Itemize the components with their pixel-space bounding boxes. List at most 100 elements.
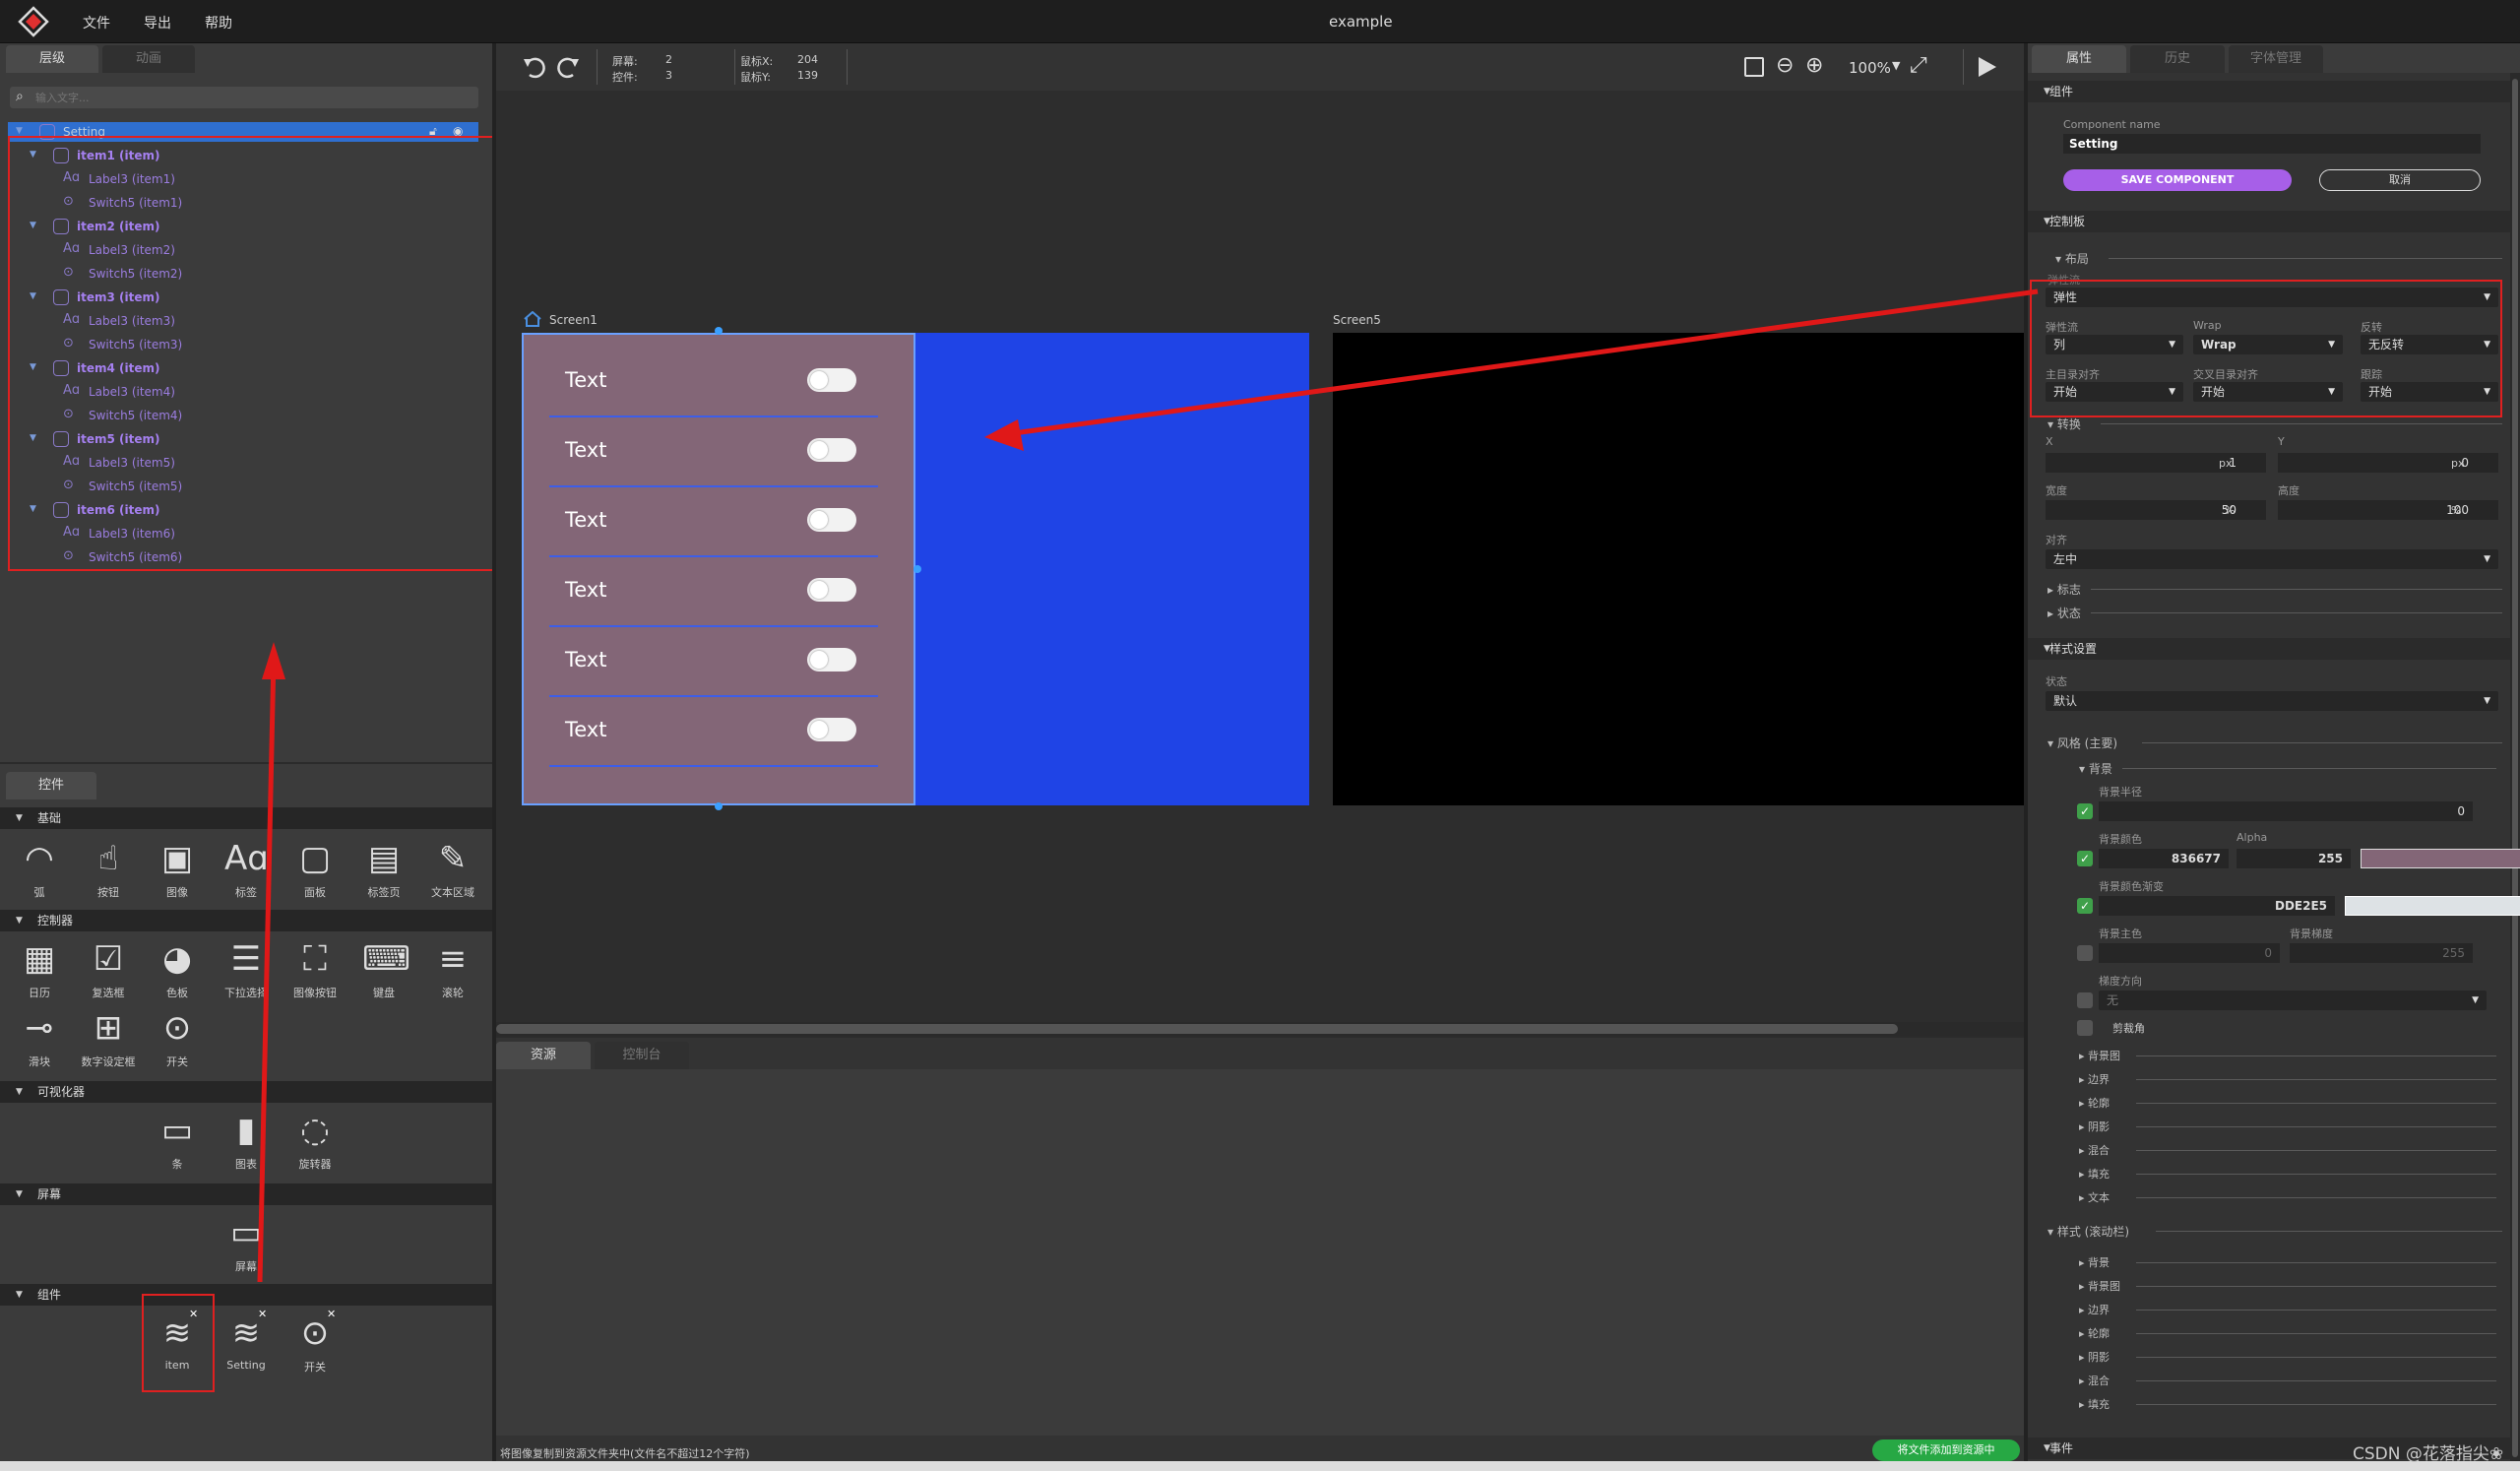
bg-grad-checkbox[interactable]: ✓ [2077, 898, 2093, 914]
setting-row[interactable]: Text [522, 556, 915, 627]
width-unit[interactable]: % [2225, 504, 2235, 517]
tab-widgets[interactable]: 控件 [6, 772, 96, 799]
widget-basic-2[interactable]: ▣ 图像 [148, 837, 207, 900]
style-subsection[interactable]: ▸ 背景图 [2079, 1048, 2120, 1063]
style-subsection[interactable]: ▸ 背景图 [2079, 1278, 2120, 1294]
resize-handle-top[interactable] [715, 327, 723, 335]
redo-icon[interactable] [553, 53, 581, 81]
widget-ctrl-7[interactable]: ⊸ 滑块 [10, 1006, 69, 1069]
widget-vis-2[interactable]: ◌ 旋转器 [285, 1109, 345, 1172]
align-dropdown[interactable]: 左中 [2046, 549, 2498, 569]
style-subsection[interactable]: ▸ 混合 [2079, 1373, 2110, 1388]
tab-assets[interactable]: 资源 [496, 1042, 591, 1069]
play-icon[interactable] [1975, 55, 1998, 79]
add-assets-button[interactable]: 将文件添加到资源中 [1872, 1439, 2020, 1461]
states-section[interactable]: ▸ 状态 [2048, 605, 2081, 621]
expand-arrow-icon[interactable]: ▼ [16, 126, 23, 136]
x-unit[interactable]: px [2219, 457, 2233, 470]
row-switch[interactable] [807, 648, 856, 672]
menu-help[interactable]: 帮助 [205, 13, 232, 32]
remove-component-icon[interactable]: ✕ [327, 1308, 336, 1320]
height-unit[interactable]: % [2451, 504, 2461, 517]
style-subsection[interactable]: ▸ 阴影 [2079, 1349, 2110, 1365]
setting-row[interactable]: Text [522, 486, 915, 557]
widget-ctrl-3[interactable]: ☰ 下拉选择 [217, 937, 276, 1000]
widget-comp-2[interactable]: ⊙ 开关 ✕ [285, 1308, 345, 1375]
widget-ctrl-9[interactable]: ⊙ 开关 [148, 1006, 207, 1069]
grad-dir-dropdown[interactable]: 无 [2099, 991, 2487, 1010]
bg-color-swatch[interactable] [2361, 849, 2520, 868]
search-input[interactable] [35, 89, 469, 106]
setting-row[interactable]: Text [522, 416, 915, 487]
remove-component-icon[interactable]: ✕ [258, 1308, 267, 1320]
zoom-in-icon[interactable]: ⊕ [1805, 53, 1823, 78]
bg-color-checkbox[interactable]: ✓ [2077, 851, 2093, 866]
setting-row[interactable]: Text [522, 347, 915, 417]
tab-properties[interactable]: 属性 [2032, 45, 2126, 73]
menu-file[interactable]: 文件 [83, 13, 110, 32]
bg-grad-stop-input[interactable]: 255 [2290, 943, 2473, 963]
widget-basic-1[interactable]: ☝ 按钮 [79, 837, 138, 900]
state-dropdown[interactable]: 默认 [2046, 691, 2498, 711]
widget-basic-4[interactable]: ▢ 面板 [285, 837, 345, 900]
style-subsection[interactable]: ▸ 背景 [2079, 1254, 2110, 1270]
row-switch[interactable] [807, 718, 856, 741]
widget-ctrl-8[interactable]: ⊞ 数字设定框 [79, 1006, 138, 1069]
style-subsection[interactable]: ▸ 轮廓 [2079, 1325, 2110, 1341]
bg-main-stop-input[interactable]: 0 [2099, 943, 2280, 963]
style-subsection[interactable]: ▸ 文本 [2079, 1189, 2110, 1205]
tab-hierarchy[interactable]: 层级 [6, 45, 98, 73]
zoom-out-icon[interactable]: ⊖ [1776, 53, 1794, 78]
zoom-dropdown-icon[interactable]: ▼ [1892, 59, 1900, 72]
canvas-hscroll-thumb[interactable] [496, 1024, 1898, 1034]
row-switch[interactable] [807, 578, 856, 602]
clip-corner-checkbox[interactable] [2077, 1020, 2093, 1036]
widget-basic-6[interactable]: ✎ 文本区域 [423, 837, 482, 900]
cancel-button[interactable]: 取消 [2319, 169, 2481, 191]
bg-color-input[interactable]: 836677 [2099, 849, 2229, 868]
widget-ctrl-0[interactable]: ▦ 日历 [10, 937, 69, 1000]
undo-icon[interactable] [522, 53, 549, 81]
flags-section[interactable]: ▸ 标志 [2048, 581, 2081, 598]
bg-grad-input[interactable]: DDE2E5 [2099, 896, 2335, 916]
bg-radius-input[interactable]: 0 [2099, 801, 2473, 821]
bg-main-stop-checkbox[interactable] [2077, 945, 2093, 961]
cat-screen-header[interactable]: 屏幕 [0, 1183, 492, 1205]
widget-ctrl-6[interactable]: ≡ 滚轮 [423, 937, 482, 1000]
style-subsection[interactable]: ▸ 阴影 [2079, 1119, 2110, 1134]
tab-console[interactable]: 控制台 [595, 1042, 689, 1069]
style-subsection[interactable]: ▸ 填充 [2079, 1396, 2110, 1412]
widget-vis-1[interactable]: ▮ 图表 [217, 1109, 276, 1172]
row-switch[interactable] [807, 438, 856, 462]
widget-basic-3[interactable]: Aɑ 标签 [217, 837, 276, 900]
style-subsection[interactable]: ▸ 轮廓 [2079, 1095, 2110, 1111]
main-style-section[interactable]: ▾ 风格 (主要) [2048, 735, 2117, 751]
bg-radius-checkbox[interactable]: ✓ [2077, 803, 2093, 819]
background-section[interactable]: ▾ 背景 [2079, 760, 2112, 777]
widget-ctrl-4[interactable]: ⛶ 图像按钮 [285, 937, 345, 1000]
cat-component-header[interactable]: 组件 [0, 1284, 492, 1306]
style-settings-header[interactable]: 样式设置 [2028, 638, 2510, 660]
alpha-input[interactable]: 255 [2236, 849, 2351, 868]
y-input[interactable]: 0 [2278, 453, 2498, 473]
widget-screen-0[interactable]: ▭ 屏幕 [217, 1211, 276, 1274]
style-subsection[interactable]: ▸ 填充 [2079, 1166, 2110, 1182]
style-subsection[interactable]: ▸ 边界 [2079, 1071, 2110, 1087]
menu-export[interactable]: 导出 [144, 13, 171, 32]
y-unit[interactable]: px [2451, 457, 2465, 470]
control-panel-header[interactable]: 控制板 [2028, 211, 2510, 232]
tab-font-manager[interactable]: 字体管理 [2229, 45, 2323, 73]
setting-row[interactable]: Text [522, 696, 915, 767]
x-input[interactable]: 1 [2046, 453, 2266, 473]
zoom-level[interactable]: 100% [1849, 59, 1891, 77]
tab-animation[interactable]: 动画 [102, 45, 195, 73]
cat-visualizer-header[interactable]: 可视化器 [0, 1081, 492, 1103]
fullscreen-icon[interactable]: ⤢ [1910, 53, 1927, 78]
component-header[interactable]: 组件 [2028, 81, 2510, 102]
setting-row[interactable]: Text [522, 626, 915, 697]
resize-handle-bottom[interactable] [715, 802, 723, 810]
widget-ctrl-2[interactable]: ◕ 色板 [148, 937, 207, 1000]
widget-basic-0[interactable]: ◠ 弧 [10, 837, 69, 900]
layout-section[interactable]: ▾ 布局 [2055, 250, 2089, 267]
row-switch[interactable] [807, 508, 856, 532]
